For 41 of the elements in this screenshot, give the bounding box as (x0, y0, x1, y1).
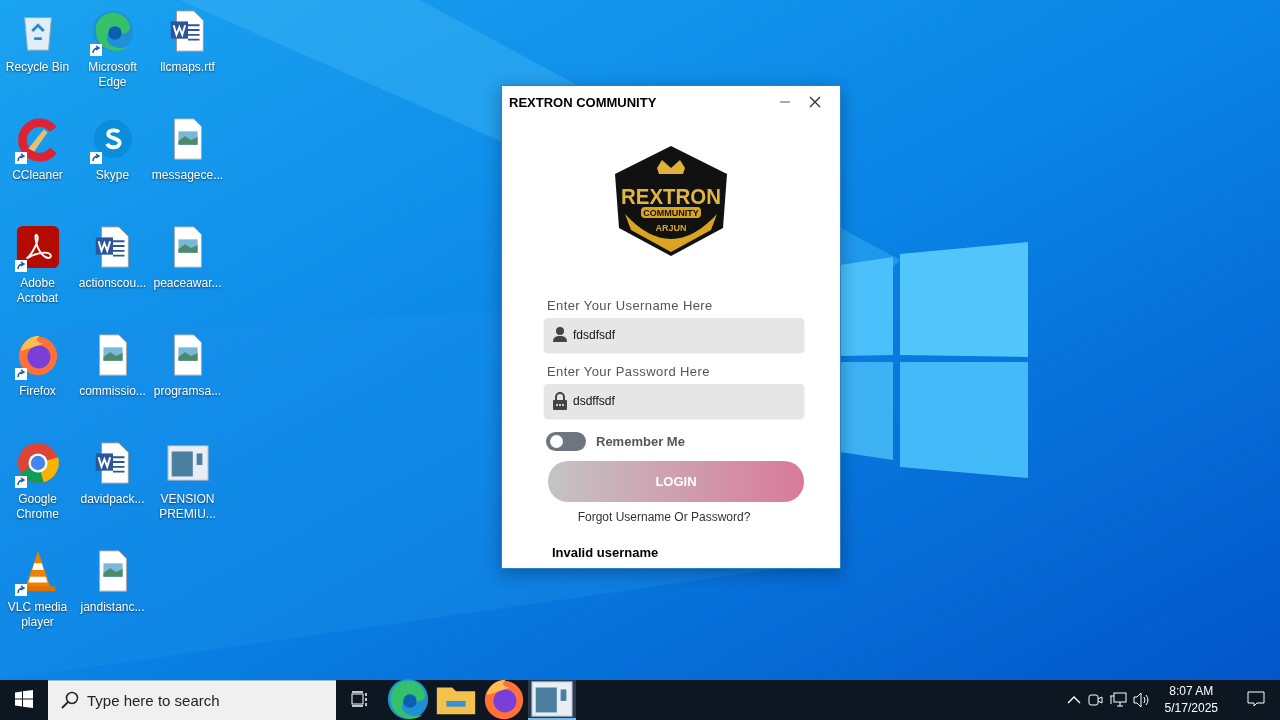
desktop-icon-label[interactable]: commissio... (75, 384, 150, 399)
field-label: Enter Your Password Here (547, 364, 711, 379)
desktop-icon-label[interactable]: VENSION PREMIU... (150, 492, 225, 522)
desktop-icon-label[interactable]: peaceawar... (150, 276, 225, 291)
close-icon (809, 96, 821, 108)
desktop-icon-label[interactable]: actionscou... (75, 276, 150, 291)
chevron-up-icon[interactable] (1066, 695, 1081, 705)
search-field[interactable]: Type here to search (48, 680, 336, 720)
remember-label: Remember Me (596, 434, 685, 449)
taskbar-app-button[interactable] (528, 680, 576, 720)
desktop-icon-label[interactable]: VLC media player (0, 600, 75, 630)
remember-toggle[interactable] (546, 432, 586, 451)
clock-date: 5/17/2025 (1164, 700, 1218, 717)
desktop-icon-label[interactable]: Google Chrome (0, 492, 75, 522)
edge-icon (385, 676, 431, 720)
desktop-icon-label[interactable]: CCleaner (0, 168, 75, 183)
desktop-icon-label[interactable]: Skype (75, 168, 150, 183)
password-field[interactable]: dsdffsdf (544, 384, 804, 418)
login-button[interactable]: LOGIN (548, 461, 804, 502)
clock[interactable]: 8:07 AM 5/17/2025 (1156, 683, 1226, 717)
task-view-icon (351, 691, 369, 707)
desktop-icon-label[interactable]: Microsoft Edge (75, 60, 150, 90)
network-icon[interactable] (1108, 692, 1127, 708)
error-message: Invalid username (552, 545, 660, 560)
username-field[interactable]: fdsdfsdf (544, 318, 804, 352)
camera-icon[interactable] (1086, 692, 1103, 708)
desktop-icon-label[interactable]: Firefox (0, 384, 75, 399)
message-icon (1247, 690, 1265, 708)
windows-logo-icon (15, 690, 33, 708)
desktop-icon-label[interactable]: Recycle Bin (0, 60, 75, 75)
speaker-icon[interactable] (1132, 692, 1151, 708)
desktop-icon-label[interactable]: Adobe Acrobat (0, 276, 75, 306)
desktop-icon-label[interactable]: programsa... (150, 384, 225, 399)
field-label: Enter Your Username Here (547, 298, 714, 313)
clock-time: 8:07 AM (1169, 683, 1214, 700)
desktop-icon-label[interactable]: messagece... (150, 168, 225, 183)
desktop-icon-label[interactable]: davidpack... (75, 492, 150, 507)
window-title: REXTRON COMMUNITY (509, 94, 658, 110)
desktop-icon-label[interactable]: jandistanc... (75, 600, 150, 615)
forgot-link[interactable]: Forgot Username Or Password? (577, 510, 751, 524)
desktop-icon-label[interactable]: llcmaps.rtf (150, 60, 225, 75)
